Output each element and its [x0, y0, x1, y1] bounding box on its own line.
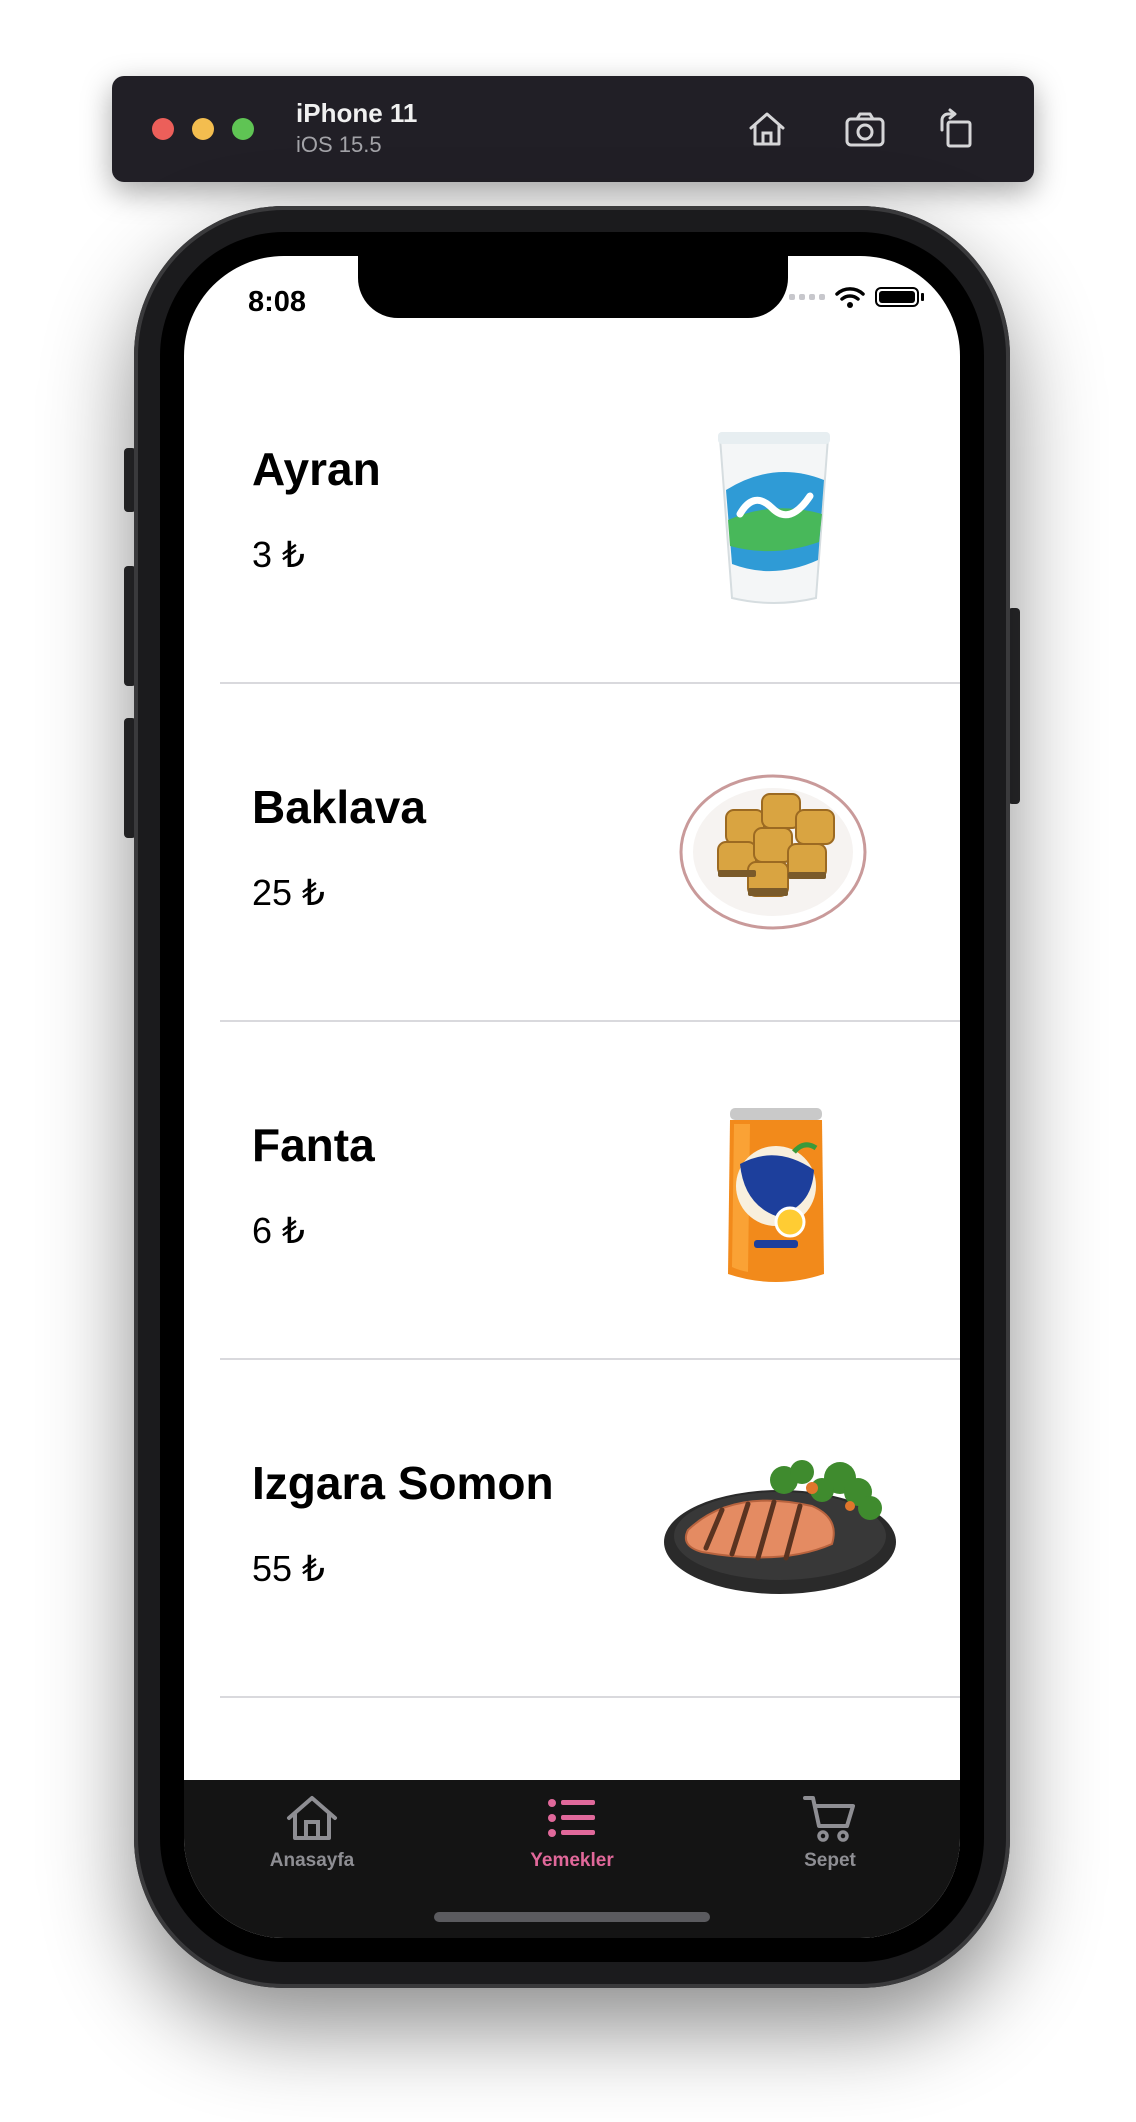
tab-yemekler[interactable]: Yemekler	[472, 1790, 672, 1872]
battery-icon	[875, 287, 919, 307]
item-price: 6 ₺	[252, 1210, 305, 1251]
row-separator	[220, 1696, 960, 1698]
grilled-salmon-image	[662, 1448, 898, 1598]
cart-icon	[730, 1790, 930, 1846]
os-version: iOS 15.5	[296, 132, 382, 157]
signal-icon	[789, 294, 825, 300]
wifi-icon	[835, 287, 865, 308]
food-list[interactable]: Ayran 3 ₺ Baklava 25 ₺ Fanta 6 ₺ Izgara …	[184, 346, 960, 1698]
item-name: Baklava	[252, 781, 426, 833]
list-item-izgara-somon[interactable]: Izgara Somon 55 ₺	[184, 1360, 960, 1698]
list-item-ayran[interactable]: Ayran 3 ₺	[184, 346, 960, 684]
tab-sepet[interactable]: Sepet	[730, 1790, 930, 1872]
baklava-plate-image	[678, 770, 868, 930]
device-name: iPhone 11	[296, 98, 418, 128]
item-name: Fanta	[252, 1119, 375, 1171]
ayran-cup-image	[714, 430, 834, 610]
minimize-window-button[interactable]	[192, 118, 214, 140]
simulator-toolbar: iPhone 11 iOS 15.5	[112, 76, 1034, 182]
zoom-window-button[interactable]	[232, 118, 254, 140]
item-name: Izgara Somon	[252, 1457, 554, 1509]
close-window-button[interactable]	[152, 118, 174, 140]
status-icons	[789, 286, 924, 308]
tab-label: Yemekler	[530, 1850, 614, 1871]
item-price: 55 ₺	[252, 1548, 325, 1589]
tab-label: Anasayfa	[269, 1850, 355, 1871]
list-icon	[472, 1790, 672, 1846]
list-item-baklava[interactable]: Baklava 25 ₺	[184, 684, 960, 1022]
item-price: 25 ₺	[252, 872, 325, 913]
tab-anasayfa[interactable]: Anasayfa	[212, 1790, 412, 1872]
list-item-fanta[interactable]: Fanta 6 ₺	[184, 1022, 960, 1360]
home-icon	[212, 1790, 412, 1846]
tab-bar: Anasayfa Yemekler Sepet	[184, 1780, 960, 1938]
home-icon[interactable]	[744, 106, 790, 152]
home-indicator[interactable]	[434, 1912, 710, 1922]
fanta-can-image	[724, 1104, 828, 1290]
screenshot-icon[interactable]	[842, 106, 888, 152]
phone-screen: 8:08 Ayran 3 ₺ Baklava 25 ₺ Fanta 6 ₺ Iz…	[184, 256, 960, 1938]
battery-nub	[921, 293, 924, 301]
rotate-icon[interactable]	[934, 106, 980, 152]
notch	[358, 256, 788, 318]
item-name: Ayran	[252, 443, 381, 495]
status-time: 8:08	[248, 286, 307, 318]
tab-label: Sepet	[804, 1850, 856, 1871]
item-price: 3 ₺	[252, 534, 305, 575]
